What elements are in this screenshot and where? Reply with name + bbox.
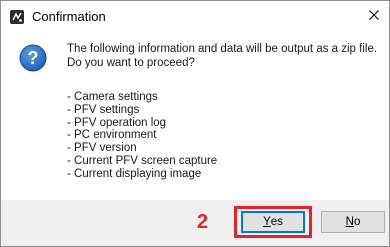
app-icon [10, 10, 24, 24]
yes-button[interactable]: Yes [241, 211, 305, 233]
yes-mnemonic: Y [263, 216, 271, 228]
window-title: Confirmation [32, 9, 106, 24]
close-icon [369, 7, 379, 25]
output-items-list: - Camera settings - PFV settings - PFV o… [67, 91, 217, 181]
message-text: The following information and data will … [67, 42, 377, 70]
list-item: - Current PFV screen capture [67, 154, 218, 167]
confirmation-dialog: Confirmation ? The following information… [0, 0, 390, 247]
message-line-2: Do you want to proceed? [67, 57, 195, 69]
list-item: - PFV version [67, 142, 137, 155]
title-bar: Confirmation [1, 1, 389, 32]
list-item: - PFV settings [67, 103, 140, 116]
message-line-1: The following information and data will … [67, 43, 378, 55]
close-button[interactable] [363, 5, 385, 27]
step-number-annotation: 2 [197, 211, 209, 233]
button-bar: 2 Yes No [1, 200, 389, 246]
list-item: - PFV operation log [67, 116, 167, 129]
list-item: - Camera settings [67, 91, 158, 103]
no-button[interactable]: No [321, 211, 385, 233]
svg-text:?: ? [28, 48, 39, 68]
list-item: - Current displaying image [67, 167, 202, 180]
yes-label-rest: es [270, 216, 283, 228]
no-mnemonic: N [345, 216, 354, 228]
question-icon: ? [19, 44, 47, 72]
list-item: - PC environment [67, 129, 157, 142]
no-label-rest: o [353, 216, 361, 228]
dialog-body: ? The following information and data wil… [1, 32, 389, 200]
